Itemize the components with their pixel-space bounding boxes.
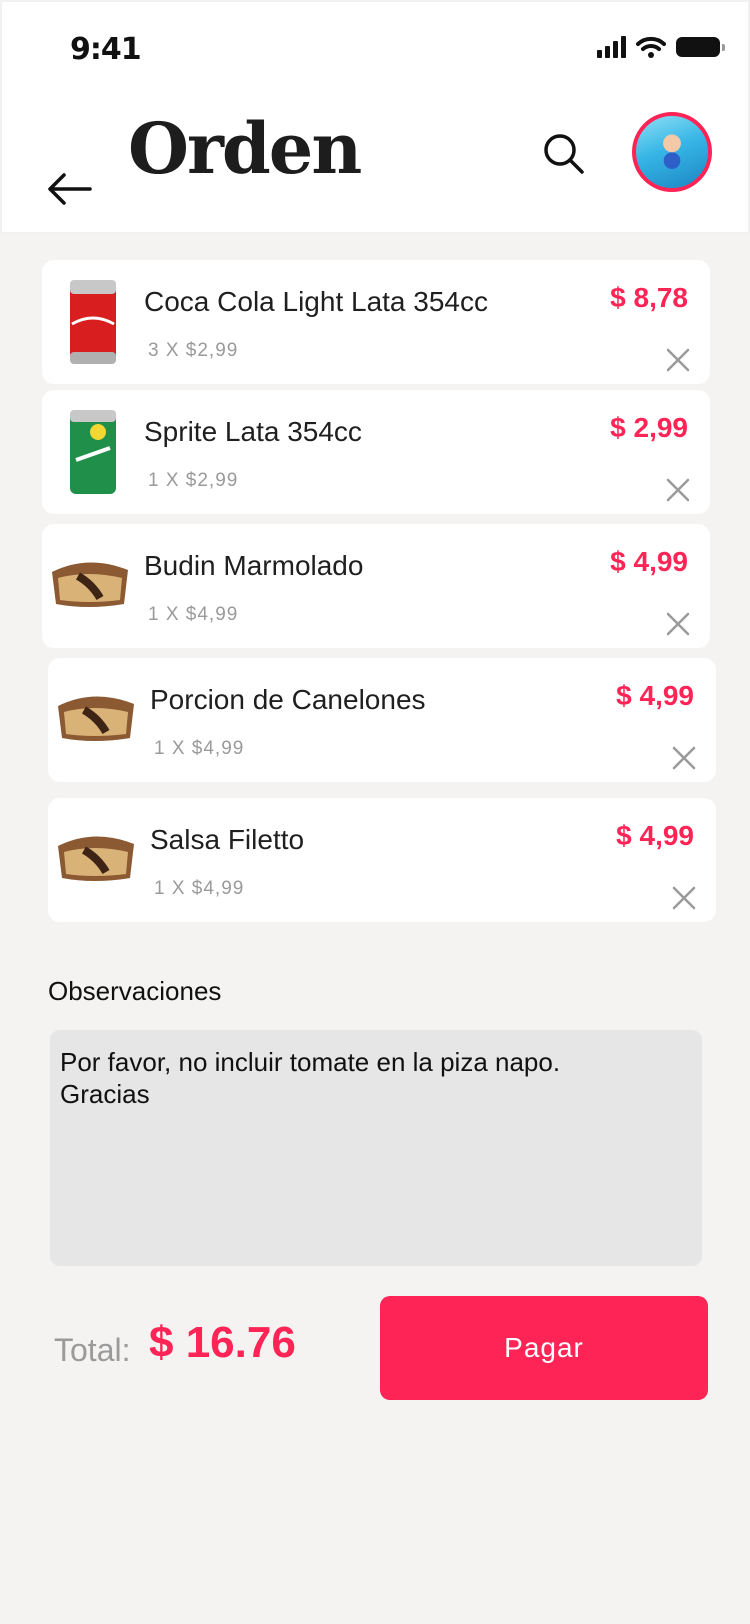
sprite-can-icon — [70, 410, 116, 494]
observations-label: Observaciones — [48, 976, 222, 1006]
order-item: Salsa Filetto 1 X $4,99 $ 4,99 — [48, 798, 716, 922]
avatar[interactable] — [632, 112, 712, 192]
cellular-signal-icon — [597, 36, 626, 58]
back-arrow-icon[interactable] — [46, 172, 92, 206]
battery-icon — [676, 37, 725, 57]
close-icon[interactable] — [672, 746, 696, 770]
wifi-icon — [636, 36, 666, 58]
observations-textarea[interactable]: Por favor, no incluir tomate en la piza … — [50, 1030, 702, 1266]
total-label: Total: — [54, 1332, 131, 1368]
cake-icon — [58, 836, 134, 881]
item-name: Porcion de Canelones — [150, 684, 426, 715]
item-price: $ 2,99 — [610, 412, 688, 443]
observations-text-line-1: Por favor, no incluir tomate en la piza … — [60, 1047, 561, 1077]
item-price: $ 4,99 — [616, 820, 694, 851]
cake-icon — [58, 696, 134, 741]
order-item: Coca Cola Light Lata 354cc 3 X $2,99 $ 8… — [42, 260, 710, 384]
close-icon[interactable] — [666, 348, 690, 372]
item-price: $ 4,99 — [616, 680, 694, 711]
observations-text-line-2: Gracias — [60, 1079, 150, 1109]
close-icon[interactable] — [666, 478, 690, 502]
item-price: $ 4,99 — [610, 546, 688, 577]
item-quantity: 1 X $2,99 — [148, 470, 239, 491]
item-name: Budin Marmolado — [144, 550, 364, 581]
item-quantity: 1 X $4,99 — [154, 878, 245, 899]
close-icon[interactable] — [672, 886, 696, 910]
item-name: Salsa Filetto — [150, 824, 305, 855]
item-quantity: 3 X $2,99 — [148, 340, 239, 361]
order-item: Porcion de Canelones 1 X $4,99 $ 4,99 — [48, 658, 716, 782]
item-quantity: 1 X $4,99 — [148, 604, 239, 625]
page-title: Orden — [128, 107, 362, 190]
item-name: Coca Cola Light Lata 354cc — [144, 286, 488, 317]
item-price: $ 8,78 — [610, 282, 688, 313]
order-screen: 9:41 Orden Coca Cola Light Lata 354cc 3 … — [0, 0, 750, 1624]
close-icon[interactable] — [666, 612, 690, 636]
search-icon[interactable] — [542, 132, 586, 176]
total-value: $ 16.76 — [149, 1318, 296, 1367]
item-name: Sprite Lata 354cc — [144, 416, 362, 447]
order-item: Sprite Lata 354cc 1 X $2,99 $ 2,99 — [42, 390, 710, 514]
item-quantity: 1 X $4,99 — [154, 738, 245, 759]
order-item: Budin Marmolado 1 X $4,99 $ 4,99 — [42, 524, 710, 648]
header: 9:41 Orden — [0, 0, 750, 234]
cake-icon — [52, 562, 128, 607]
status-icons — [597, 36, 725, 58]
pay-button[interactable]: Pagar — [380, 1296, 708, 1400]
coke-can-icon — [70, 280, 116, 364]
status-time: 9:41 — [70, 32, 142, 67]
